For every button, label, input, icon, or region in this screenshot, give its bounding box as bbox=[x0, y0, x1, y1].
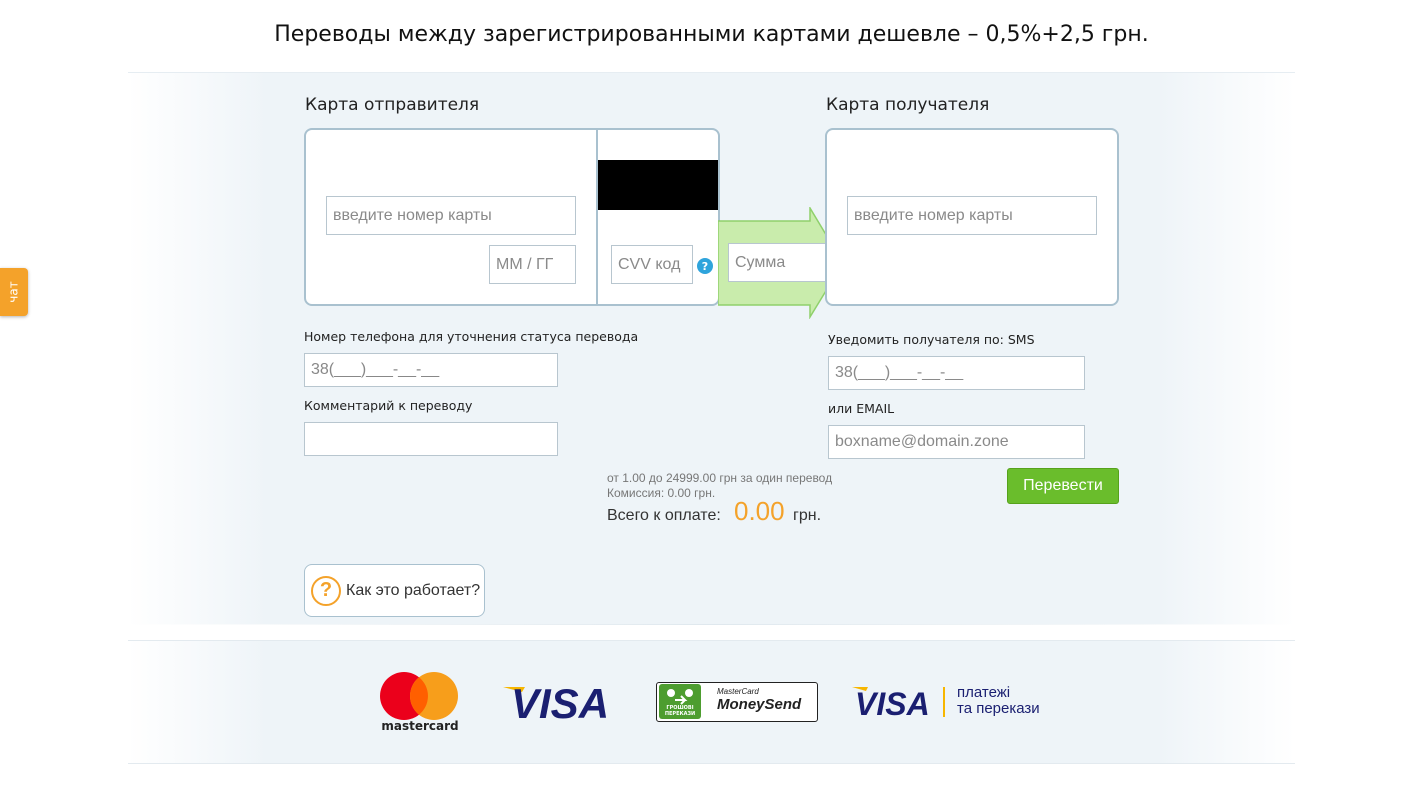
notify-sms-input[interactable]: 38(___)___-__-__ bbox=[828, 356, 1085, 390]
recipient-card-number-input[interactable]: введите номер карты bbox=[847, 196, 1097, 235]
chat-tab-button[interactable]: чат bbox=[0, 268, 28, 316]
moneysend-logo-icon: ГРОШОВІ ПЕРЕКАЗИ MasterCard MoneySend bbox=[656, 682, 818, 722]
sender-card-number-input[interactable]: введите номер карты bbox=[326, 196, 576, 235]
notify-email-input[interactable]: boxname@domain.zone bbox=[828, 425, 1085, 459]
notify-sms-label: Уведомить получателя по: SMS bbox=[828, 332, 1035, 347]
expiry-date-input[interactable]: ММ / ГГ bbox=[489, 245, 576, 284]
total-currency: грн. bbox=[793, 507, 822, 524]
phone-label: Номер телефона для уточнения статуса пер… bbox=[304, 329, 639, 344]
page-headline: Переводы между зарегистрированными карта… bbox=[274, 22, 1149, 47]
question-icon: ? bbox=[311, 575, 341, 606]
visa-payments-divider bbox=[943, 687, 945, 717]
cvv-help-icon[interactable]: ? bbox=[697, 258, 713, 274]
total-label: Всего к оплате: bbox=[607, 507, 721, 524]
comment-label: Комментарий к переводу bbox=[304, 398, 473, 413]
moneysend-name-text: MoneySend bbox=[717, 696, 802, 713]
limits-range-text: от 1.00 до 24999.00 грн за один перевод bbox=[607, 471, 833, 485]
visa-payments-logo-text: VISA bbox=[855, 686, 930, 719]
chat-tab-label: чат bbox=[7, 281, 21, 303]
commission-text: Комиссия: 0.00 грн. bbox=[607, 486, 716, 500]
sender-card-divider bbox=[596, 129, 598, 305]
mastercard-wordmark: mastercard bbox=[381, 719, 459, 733]
visa-payments-logo-icon: VISA bbox=[852, 683, 938, 723]
recipient-card-title: Карта получателя bbox=[826, 95, 990, 115]
sender-card-title: Карта отправителя bbox=[305, 95, 480, 115]
how-it-works-label: Как это работает? bbox=[346, 581, 481, 599]
how-it-works-button[interactable]: ? Как это работает? bbox=[304, 564, 485, 617]
total-amount: 0.00 bbox=[734, 496, 785, 526]
visa-logo-icon: VISA bbox=[503, 678, 609, 728]
mastercard-logo-icon bbox=[380, 672, 460, 722]
visa-payments-text-line2: та перекази bbox=[957, 700, 1040, 717]
visa-payments-text: платежі та перекази bbox=[957, 685, 1040, 717]
amount-input[interactable]: Сумма bbox=[728, 243, 827, 282]
cvv-input[interactable]: CVV код bbox=[611, 245, 693, 284]
phone-input[interactable]: 38(___)___-__-__ bbox=[304, 353, 558, 387]
magnetic-stripe bbox=[598, 160, 718, 210]
panel-divider bbox=[128, 624, 1295, 625]
transfer-submit-button[interactable]: Перевести bbox=[1007, 468, 1119, 504]
notify-email-label: или EMAIL bbox=[828, 401, 895, 416]
moneysend-badge: ГРОШОВІ ПЕРЕКАЗИ bbox=[659, 684, 701, 719]
visa-payments-text-line1: платежі bbox=[957, 684, 1011, 701]
moneysend-badge-text: ГРОШОВІ ПЕРЕКАЗИ bbox=[664, 705, 696, 717]
visa-logo-text: VISA bbox=[511, 680, 607, 724]
moneysend-brand-text: MasterCard bbox=[717, 687, 759, 696]
comment-input[interactable] bbox=[304, 422, 558, 456]
